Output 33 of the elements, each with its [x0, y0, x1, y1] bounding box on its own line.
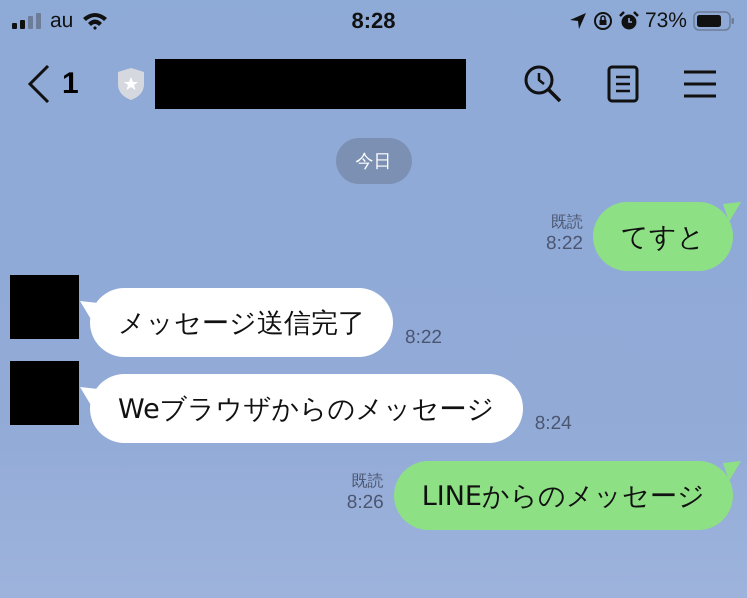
status-time: 8:28 — [351, 8, 396, 34]
message-time: 8:24 — [534, 413, 572, 435]
shield-star-icon — [116, 67, 145, 101]
search-history-icon[interactable] — [523, 64, 563, 104]
message-bubble: てすと — [593, 202, 733, 271]
wifi-icon — [81, 11, 110, 31]
date-label: 今日 — [336, 138, 412, 184]
carrier-name: au — [50, 9, 74, 33]
battery-percent: 73% — [644, 9, 687, 33]
signal-icon — [12, 13, 42, 29]
read-receipt: 既読 — [551, 212, 583, 233]
bubble-tail — [723, 461, 741, 481]
read-receipt: 既読 — [352, 472, 384, 492]
menu-icon[interactable] — [683, 69, 717, 99]
rotation-lock-icon — [592, 11, 613, 31]
unread-count: 1 — [62, 67, 79, 101]
message-bubble: メッセージ送信完了 — [90, 288, 393, 357]
bubble-tail — [723, 202, 741, 222]
back-button[interactable]: 1 — [28, 65, 79, 103]
message-bubble: Weブラウザからのメッセージ — [90, 374, 523, 443]
avatar — [10, 275, 79, 339]
chevron-left-icon — [28, 65, 50, 103]
bubble-tail — [80, 301, 98, 321]
message-time: 8:22 — [405, 327, 442, 349]
avatar — [10, 361, 79, 425]
battery-icon — [692, 11, 735, 31]
message-bubble: LINEからのメッセージ — [394, 461, 733, 530]
notes-icon[interactable] — [607, 65, 639, 103]
bubble-tail — [80, 387, 98, 407]
alarm-clock-icon — [618, 11, 639, 31]
location-arrow-icon — [568, 12, 587, 30]
message-time: 8:22 — [546, 233, 583, 255]
message-time: 8:26 — [346, 492, 384, 514]
